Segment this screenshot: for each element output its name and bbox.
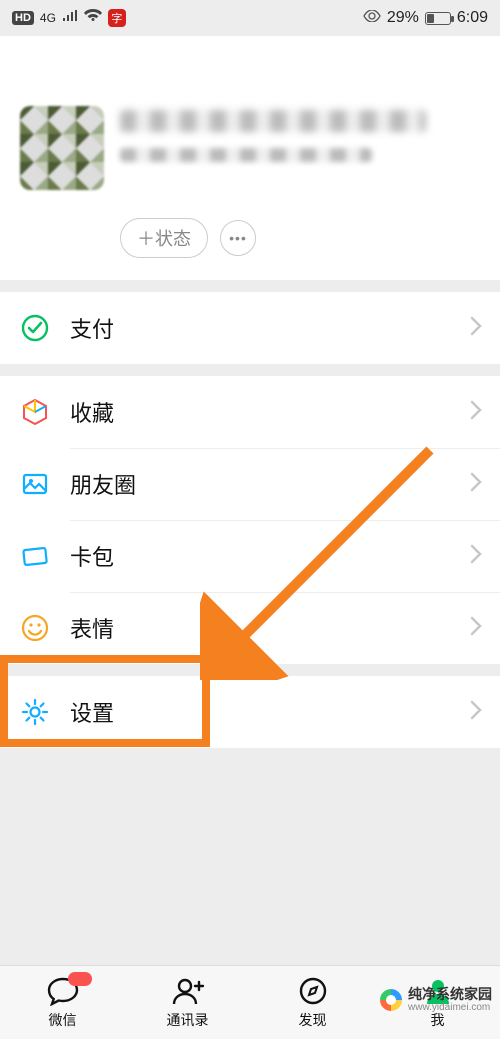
tab-discover[interactable]: 发现	[250, 966, 375, 1039]
profile-name	[120, 110, 426, 132]
tab-label: 通讯录	[167, 1010, 209, 1030]
row-favorites[interactable]: 收藏	[0, 376, 500, 448]
tab-label: 我	[431, 1010, 445, 1030]
emoji-icon	[18, 611, 52, 645]
status-right: 29% 6:09	[363, 9, 488, 27]
wifi-icon	[84, 9, 102, 27]
section-settings: 设置	[0, 676, 500, 748]
row-stickers[interactable]: 表情	[0, 592, 500, 664]
row-label: 支付	[70, 312, 470, 344]
chevron-right-icon	[470, 400, 482, 425]
chat-icon	[46, 976, 80, 1006]
chevron-right-icon	[470, 700, 482, 725]
profile-id	[120, 148, 372, 162]
me-icon	[423, 976, 453, 1006]
clock: 6:09	[457, 9, 488, 27]
eye-icon	[363, 9, 381, 27]
unread-badge	[68, 972, 92, 986]
card-icon	[18, 539, 52, 573]
chevron-right-icon	[470, 544, 482, 569]
settings-icon	[18, 695, 52, 729]
section-features: 收藏 朋友圈 卡包 表情	[0, 376, 500, 664]
cube-icon	[18, 395, 52, 429]
network-type: 4G	[40, 11, 56, 25]
tab-chats[interactable]: 微信	[0, 966, 125, 1039]
row-label: 朋友圈	[70, 468, 470, 500]
app-badge-icon: 字	[108, 9, 126, 27]
tab-label: 微信	[49, 1010, 77, 1030]
section-pay: 支付	[0, 292, 500, 364]
more-button[interactable]: •••	[220, 220, 256, 256]
pay-icon	[18, 311, 52, 345]
status-bar: HD 4G 字 29% 6:09	[0, 0, 500, 36]
battery-icon	[425, 12, 451, 25]
avatar[interactable]	[20, 106, 104, 190]
row-settings[interactable]: 设置	[0, 676, 500, 748]
discover-icon	[298, 976, 328, 1006]
profile-section[interactable]: ＋状态 •••	[0, 36, 500, 280]
row-label: 收藏	[70, 396, 470, 428]
row-label: 表情	[70, 612, 470, 644]
row-cards[interactable]: 卡包	[0, 520, 500, 592]
hd-badge: HD	[12, 11, 34, 25]
tab-me[interactable]: 我	[375, 966, 500, 1039]
signal-icon	[62, 9, 78, 27]
tab-label: 发现	[299, 1010, 327, 1030]
tab-bar: 微信 通讯录 发现 我	[0, 965, 500, 1039]
contacts-icon	[171, 976, 205, 1006]
tab-contacts[interactable]: 通讯录	[125, 966, 250, 1039]
profile-info	[120, 106, 480, 178]
gallery-icon	[18, 467, 52, 501]
row-moments[interactable]: 朋友圈	[0, 448, 500, 520]
row-label: 设置	[70, 696, 470, 728]
chevron-right-icon	[470, 616, 482, 641]
row-pay[interactable]: 支付	[0, 292, 500, 364]
row-label: 卡包	[70, 540, 470, 572]
chevron-right-icon	[470, 316, 482, 341]
status-button[interactable]: ＋状态	[120, 218, 208, 258]
status-left: HD 4G 字	[12, 9, 126, 27]
chevron-right-icon	[470, 472, 482, 497]
battery-percent: 29%	[387, 9, 419, 27]
